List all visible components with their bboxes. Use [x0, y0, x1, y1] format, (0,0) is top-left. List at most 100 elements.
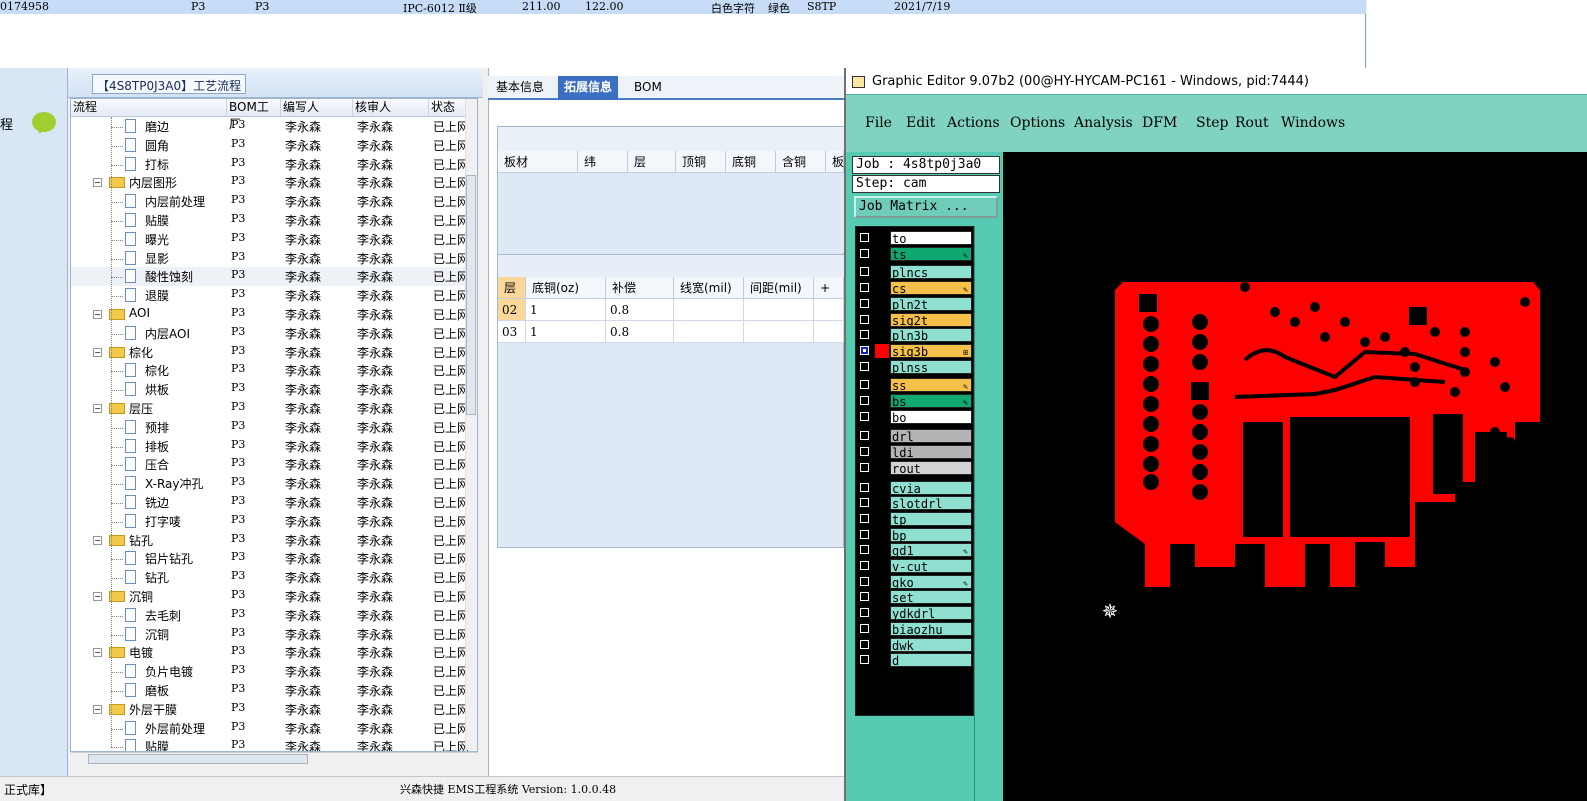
table-row[interactable]: 贴膜 P3 李永森 李永森 已上网 — [71, 737, 469, 751]
menu-dfm[interactable]: DFM — [1142, 115, 1177, 131]
table-row[interactable]: − 外层干膜 P3 李永森 李永森 已上网 — [71, 700, 469, 719]
table-row[interactable]: 预排 P3 李永森 李永森 已上网 — [71, 418, 469, 437]
layer-name[interactable]: ss ✎ — [890, 378, 972, 393]
layer-name[interactable]: to — [890, 231, 972, 246]
grid-header-3[interactable]: 核审人 — [353, 99, 429, 117]
layer-name[interactable]: bp — [890, 527, 972, 543]
table-row[interactable]: 负片电镀 P3 李永森 李永森 已上网 — [71, 662, 469, 681]
layer-checkbox[interactable] — [860, 462, 869, 472]
layer-row[interactable]: to — [857, 231, 972, 246]
layer-cell-comp[interactable]: 0.8 — [606, 299, 674, 321]
layer-color-swatch[interactable] — [875, 559, 889, 573]
layer-row[interactable]: ss ✎ — [857, 378, 972, 393]
layer-color-swatch[interactable] — [875, 445, 889, 460]
table-row[interactable]: − AOI P3 李永森 李永森 已上网 — [71, 305, 469, 324]
table-row[interactable]: − 棕化 P3 李永森 李永森 已上网 — [71, 343, 469, 362]
grid-header-0[interactable]: 流程 — [71, 99, 227, 117]
table-row[interactable]: 沉铜 P3 李永森 李永森 已上网 — [71, 625, 469, 644]
layer-row[interactable]: d — [857, 653, 972, 668]
menu-rout[interactable]: Rout — [1235, 115, 1269, 131]
table-row[interactable]: 去毛刺 P3 李永森 李永森 已上网 — [71, 606, 469, 625]
layer-cell-empty[interactable] — [744, 299, 814, 321]
layer-checkbox[interactable] — [860, 513, 869, 523]
layer-checkbox[interactable] — [860, 361, 869, 371]
record-row[interactable]: 0174958 P3 P3 IPC-6012 Ⅱ级 211.00 122.00 … — [0, 0, 1366, 15]
grid-vertical-scroll-thumb[interactable] — [466, 175, 476, 415]
layer-row[interactable]: ydkdrl — [857, 606, 972, 621]
layer-checkbox[interactable] — [860, 623, 869, 633]
layer-row[interactable]: sig3b ⊞ — [857, 343, 972, 359]
layer-name[interactable]: plncs — [890, 265, 972, 280]
layer-name[interactable]: slotdrl — [890, 496, 972, 511]
table-row[interactable]: − 沉铜 P3 李永森 李永森 已上网 — [71, 587, 469, 606]
layer-name[interactable]: ts ✎ — [890, 246, 972, 262]
layer-color-swatch[interactable] — [875, 394, 889, 408]
layer-color-swatch[interactable] — [875, 527, 889, 542]
table-row[interactable]: 显影 P3 李永森 李永森 已上网 — [71, 249, 469, 268]
layer-checkbox[interactable] — [860, 380, 869, 390]
layer-name[interactable]: cs ✎ — [890, 281, 972, 296]
table-row[interactable]: 内层AOI P3 李永森 李永森 已上网 — [71, 324, 469, 343]
table-row[interactable]: 钻孔 P3 李永森 李永森 已上网 — [71, 568, 469, 587]
layer-color-swatch[interactable] — [875, 328, 889, 343]
job-matrix-button[interactable]: Job Matrix ... — [854, 196, 998, 218]
table-row[interactable]: 退膜 P3 李永森 李永森 已上网 — [71, 286, 469, 305]
table-row[interactable]: 烘板 P3 李永森 李永森 已上网 — [71, 380, 469, 399]
menu-actions[interactable]: Actions — [947, 115, 1000, 131]
layer-color-swatch[interactable] — [875, 231, 889, 245]
layer-cell-empty[interactable] — [814, 321, 844, 343]
layer-checkbox[interactable] — [860, 396, 869, 405]
layer-name[interactable]: drl — [890, 429, 972, 444]
table-row[interactable]: 磨板 P3 李永森 李永森 已上网 — [71, 681, 469, 700]
layer-name[interactable]: ldi — [890, 445, 972, 460]
layer-row[interactable]: cvia — [857, 480, 972, 496]
layer-checkbox[interactable] — [860, 248, 869, 258]
tab-extended-info[interactable]: 拓展信息 — [558, 76, 619, 100]
layer-color-swatch[interactable] — [875, 653, 889, 668]
expand-toggle-icon[interactable]: − — [93, 404, 102, 413]
layer-checkbox[interactable] — [860, 233, 869, 242]
layer-row[interactable]: sig2t — [857, 312, 972, 328]
table-row[interactable]: 酸性蚀刻 P3 李永森 李永森 已上网 — [71, 267, 469, 287]
layer-checkbox[interactable] — [860, 498, 869, 508]
layer-row[interactable]: tp — [857, 511, 972, 527]
layer-checkbox[interactable] — [860, 345, 869, 355]
layer-checkbox[interactable] — [860, 283, 869, 293]
menu-edit[interactable]: Edit — [906, 115, 935, 131]
layer-color-swatch[interactable] — [875, 511, 889, 526]
layer-name[interactable]: ydkdrl — [890, 606, 972, 621]
layer-name[interactable]: tp — [890, 511, 972, 527]
layer-color-swatch[interactable] — [875, 409, 889, 424]
table-row[interactable]: 压合 P3 李永森 李永森 已上网 — [71, 455, 469, 474]
layer-name[interactable]: sig2t — [890, 312, 972, 328]
layer-name[interactable]: gd1 ✎ — [890, 543, 972, 558]
expand-toggle-icon[interactable]: − — [93, 704, 102, 714]
board-header-5[interactable]: 含铜 — [776, 151, 826, 173]
menu-step[interactable]: Step — [1196, 115, 1228, 131]
layer-color-swatch[interactable] — [875, 621, 889, 636]
layer-header-3[interactable]: 线宽(mil) — [674, 277, 744, 299]
layer-checkbox[interactable] — [860, 330, 869, 340]
tab-basic-info[interactable]: 基本信息 — [490, 76, 550, 100]
layer-row[interactable]: bo — [857, 409, 972, 425]
layer-color-swatch[interactable] — [875, 460, 889, 475]
table-row[interactable]: 铝片钻孔 P3 李永森 李永森 已上网 — [71, 549, 469, 568]
layer-cell-layer[interactable]: 03 — [498, 321, 526, 343]
layer-row[interactable]: slotdrl — [857, 496, 972, 511]
graphic-editor-titlebar[interactable]: Graphic Editor 9.07b2 (00@HY-HYCAM-PC161… — [846, 70, 1587, 94]
layer-row[interactable]: bs ✎ — [857, 394, 972, 409]
layer-color-swatch[interactable] — [875, 343, 889, 358]
layer-name[interactable]: plnss — [890, 359, 972, 375]
layer-name[interactable]: gko ✎ — [890, 574, 972, 590]
layer-name[interactable]: pln3b — [890, 328, 972, 343]
layer-name[interactable]: sig3b ⊞ — [890, 343, 972, 359]
layer-checkbox[interactable] — [860, 529, 869, 539]
layer-row[interactable]: plncs — [857, 265, 972, 280]
table-row[interactable]: − 电镀 P3 李永森 李永森 已上网 — [71, 643, 469, 662]
layer-cell-empty[interactable] — [674, 299, 744, 321]
tab-bom[interactable]: BOM — [628, 76, 668, 100]
layer-checkbox[interactable] — [860, 655, 869, 665]
layer-color-swatch[interactable] — [875, 543, 889, 558]
grid-header-4[interactable]: 状态 — [429, 99, 469, 117]
layer-header-1[interactable]: 底铜(oz) — [526, 277, 606, 299]
